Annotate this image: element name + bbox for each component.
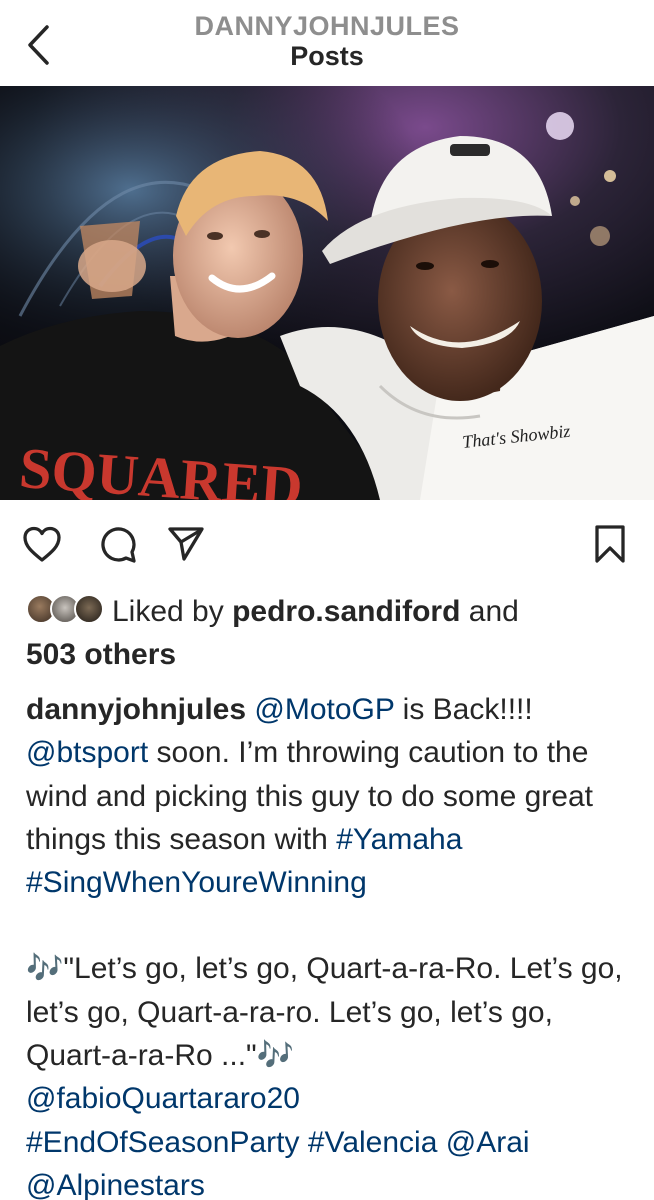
hashtag-singwhenyourewinning[interactable]: #SingWhenYoureWinning: [26, 866, 367, 899]
bookmark-icon: [595, 525, 625, 563]
avatar: [74, 594, 104, 624]
mention-motogp[interactable]: @MotoGP: [254, 693, 394, 726]
hashtag-yamaha[interactable]: #Yamaha: [336, 823, 462, 856]
header-subtitle: Posts: [290, 41, 364, 71]
liked-by-user-link[interactable]: pedro.sandiford: [232, 595, 460, 628]
post-header: DANNYJOHNJULES Posts: [0, 0, 654, 86]
likes-prefix: Liked by: [112, 595, 224, 628]
liker-avatars[interactable]: [26, 594, 106, 626]
comment-button[interactable]: [96, 522, 140, 566]
share-icon: [168, 527, 204, 561]
mention-alpinestars[interactable]: @Alpinestars: [26, 1169, 205, 1200]
comment-icon: [101, 527, 136, 563]
like-button[interactable]: [20, 522, 64, 566]
post-photo-illustration: SQUARED That's Showbiz: [0, 86, 654, 500]
likes-connector: and: [468, 595, 519, 628]
action-bar: [0, 500, 654, 590]
post-caption: dannyjohnjules @MotoGP is Back!!!! @btsp…: [26, 688, 646, 1200]
hashtag-endofseasonparty[interactable]: #EndOfSeasonParty: [26, 1126, 300, 1159]
heart-icon: [23, 526, 61, 562]
likes-count-link[interactable]: 503 others: [26, 638, 176, 671]
caption-text: is Back!!!!: [402, 693, 533, 726]
caption-song-text: 🎶"Let’s go, let’s go, Quart-a-ra-Ro. Let…: [26, 952, 623, 1073]
share-button[interactable]: [164, 522, 208, 566]
mention-fabioquartararo20[interactable]: @fabioQuartararo20: [26, 1082, 300, 1115]
header-username: DANNYJOHNJULES: [194, 11, 460, 41]
header-titles: DANNYJOHNJULES Posts: [0, 10, 654, 70]
post-photo[interactable]: SQUARED That's Showbiz: [0, 86, 654, 500]
mention-btsport[interactable]: @btsport: [26, 736, 148, 769]
bookmark-button[interactable]: [588, 522, 632, 566]
mention-arai[interactable]: @Arai: [446, 1126, 530, 1159]
likes-summary: Liked by pedro.sandiford and 503 others: [26, 590, 636, 676]
caption-username[interactable]: dannyjohnjules: [26, 693, 246, 726]
hashtag-valencia[interactable]: #Valencia: [308, 1126, 438, 1159]
